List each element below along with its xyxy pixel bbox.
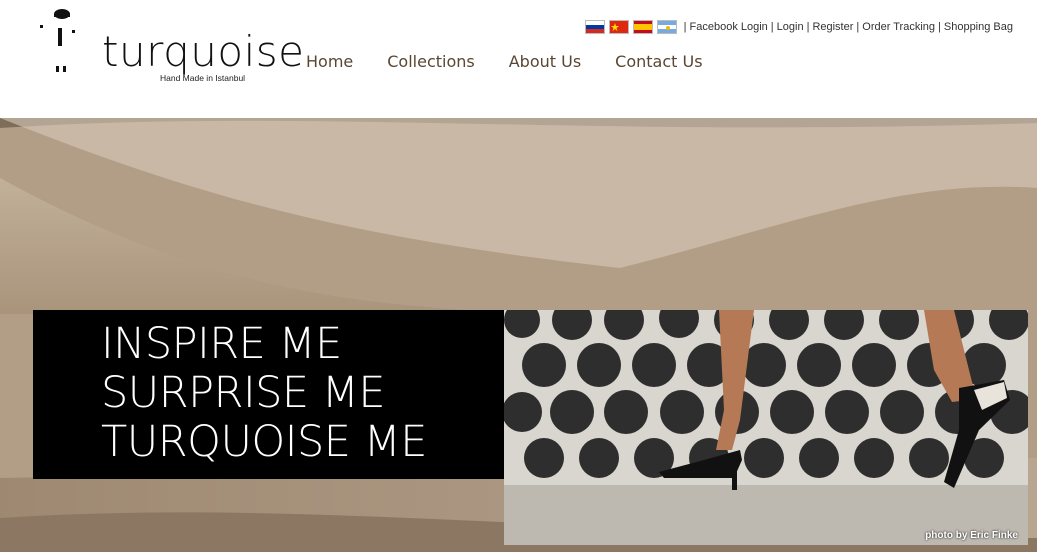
separator: | — [770, 21, 774, 33]
register-link[interactable]: Register — [812, 21, 853, 33]
brand-logo[interactable]: turquoise Hand Made in Istanbul — [36, 6, 304, 96]
separator: | — [938, 21, 941, 33]
slogan-line-1: INSPIRE ME — [101, 319, 342, 369]
facebook-login-link[interactable]: Facebook Login — [690, 21, 768, 33]
photo-credit: photo by Eric Finke — [925, 530, 1018, 541]
russia-flag-icon[interactable] — [584, 20, 605, 34]
nav-collections[interactable]: Collections — [387, 52, 474, 71]
brand-tagline: Hand Made in Istanbul — [160, 73, 246, 83]
bowler-hat-icon — [40, 9, 75, 72]
argentina-flag-icon[interactable] — [656, 20, 677, 34]
walking-legs-illustration — [504, 310, 1028, 545]
nav-home[interactable]: Home — [306, 52, 353, 71]
main-nav: Home Collections About Us Contact Us — [306, 52, 737, 71]
nav-contact-us[interactable]: Contact Us — [615, 52, 702, 71]
slogan-text: INSPIRE ME SURPRISE ME TURQUOISE ME — [101, 320, 427, 467]
hero-banner: INSPIRE ME SURPRISE ME TURQUOISE ME phot… — [0, 118, 1037, 552]
top-links: | Facebook Login | Login | Register | Or… — [584, 20, 1013, 34]
separator: | — [806, 21, 810, 33]
shopping-bag-link[interactable]: Shopping Bag — [944, 21, 1013, 33]
site-header: turquoise Hand Made in Istanbul Home Col… — [0, 0, 1037, 118]
china-flag-icon[interactable] — [608, 20, 629, 34]
order-tracking-link[interactable]: Order Tracking — [862, 21, 935, 33]
slogan-line-2: SURPRISE ME — [101, 368, 386, 418]
slogan-box: INSPIRE ME SURPRISE ME TURQUOISE ME — [33, 310, 504, 479]
hero-photo: photo by Eric Finke — [504, 310, 1028, 545]
brand-name: turquoise — [102, 27, 305, 76]
slogan-line-3: TURQUOISE ME — [101, 417, 427, 467]
nav-about-us[interactable]: About Us — [509, 52, 581, 71]
separator: | — [856, 21, 860, 33]
separator: | — [683, 21, 687, 33]
login-link[interactable]: Login — [777, 21, 804, 33]
spain-flag-icon[interactable] — [632, 20, 653, 34]
